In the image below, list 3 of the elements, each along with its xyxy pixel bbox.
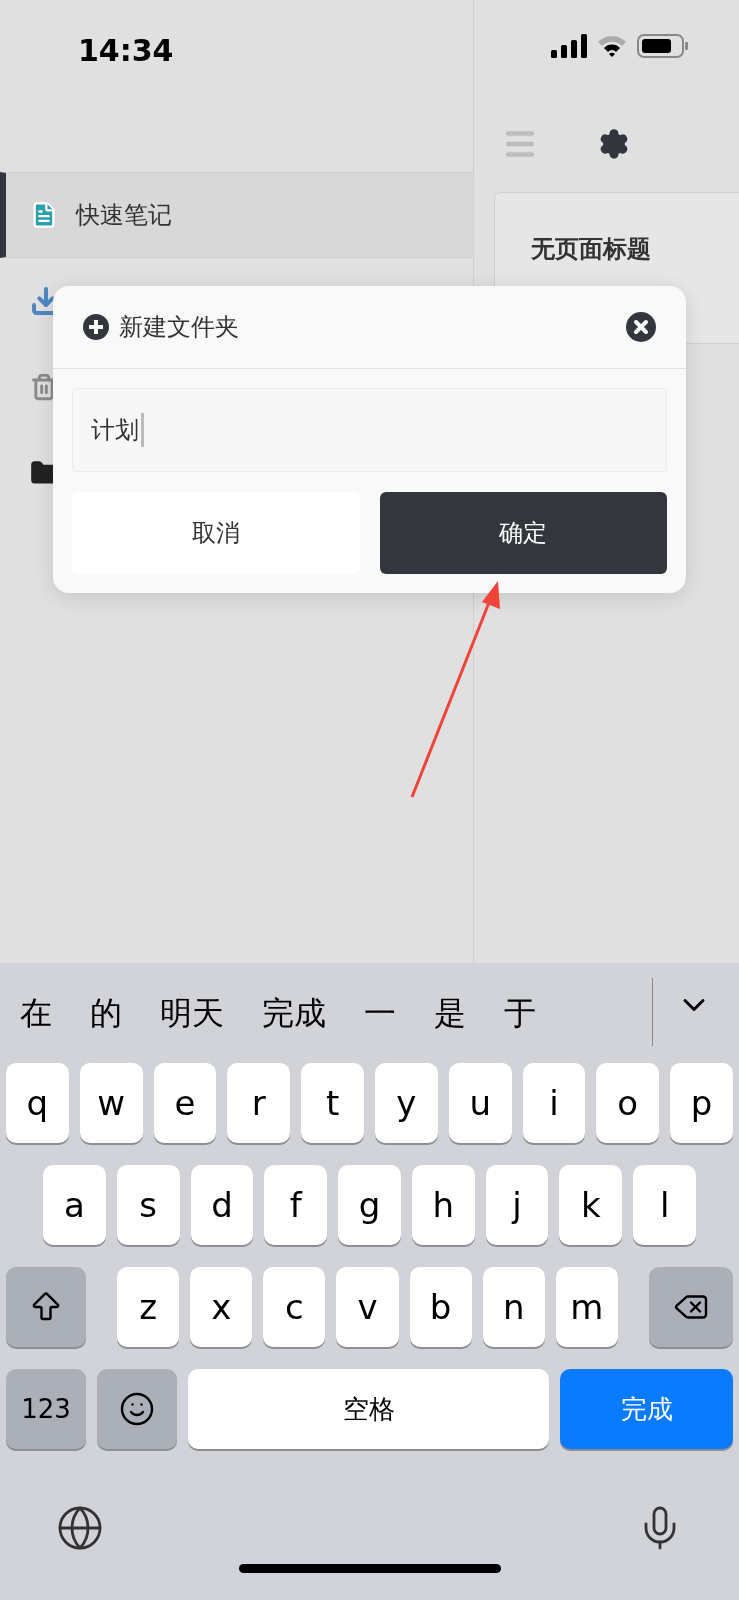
page-title: 无页面标题: [531, 235, 651, 263]
dialog-title: 新建文件夹: [119, 312, 240, 343]
status-time: 14:34: [78, 33, 174, 68]
